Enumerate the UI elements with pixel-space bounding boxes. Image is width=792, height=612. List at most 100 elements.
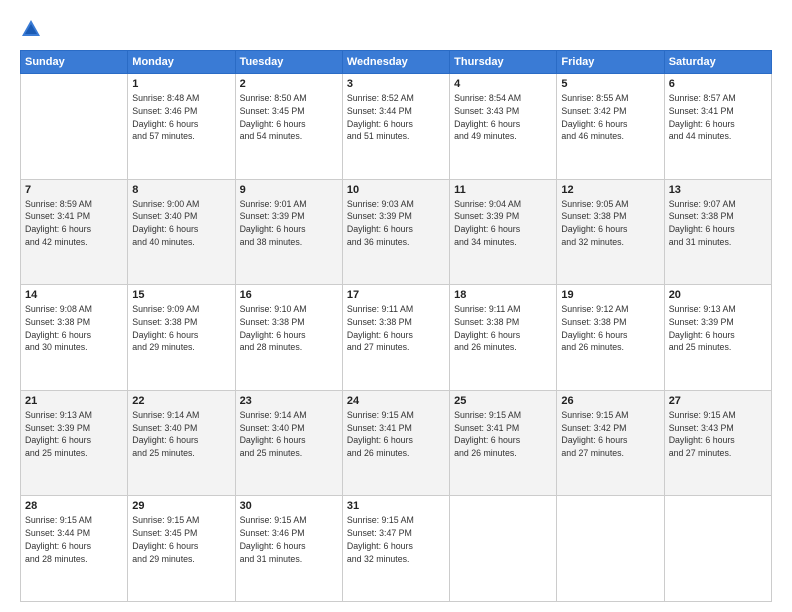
calendar-cell [557, 496, 664, 602]
day-number: 29 [132, 500, 230, 512]
calendar-table: SundayMondayTuesdayWednesdayThursdayFrid… [20, 50, 772, 602]
day-info: Sunrise: 9:13 AM Sunset: 3:39 PM Dayligh… [25, 409, 123, 460]
day-info: Sunrise: 9:15 AM Sunset: 3:44 PM Dayligh… [25, 514, 123, 565]
calendar-header-tuesday: Tuesday [235, 51, 342, 74]
calendar-cell: 21 Sunrise: 9:13 AM Sunset: 3:39 PM Dayli… [21, 390, 128, 496]
day-number: 18 [454, 289, 552, 301]
day-info: Sunrise: 9:13 AM Sunset: 3:39 PM Dayligh… [669, 303, 767, 354]
calendar-cell [450, 496, 557, 602]
day-info: Sunrise: 9:15 AM Sunset: 3:47 PM Dayligh… [347, 514, 445, 565]
calendar-cell: 23 Sunrise: 9:14 AM Sunset: 3:40 PM Dayli… [235, 390, 342, 496]
day-number: 26 [561, 395, 659, 407]
day-info: Sunrise: 9:07 AM Sunset: 3:38 PM Dayligh… [669, 198, 767, 249]
day-number: 24 [347, 395, 445, 407]
day-info: Sunrise: 9:01 AM Sunset: 3:39 PM Dayligh… [240, 198, 338, 249]
day-number: 28 [25, 500, 123, 512]
day-number: 13 [669, 184, 767, 196]
day-info: Sunrise: 8:48 AM Sunset: 3:46 PM Dayligh… [132, 92, 230, 143]
calendar-cell: 30Sunrise: 9:15 AM Sunset: 3:46 PM Dayli… [235, 496, 342, 602]
calendar-cell: 20Sunrise: 9:13 AM Sunset: 3:39 PM Dayli… [664, 285, 771, 391]
day-info: Sunrise: 9:11 AM Sunset: 3:38 PM Dayligh… [454, 303, 552, 354]
day-number: 15 [132, 289, 230, 301]
calendar-cell: 24 Sunrise: 9:15 AM Sunset: 3:41 PM Dayli… [342, 390, 449, 496]
day-number: 1 [132, 78, 230, 90]
calendar-cell: 11Sunrise: 9:04 AM Sunset: 3:39 PM Dayli… [450, 179, 557, 285]
calendar-cell: 25 Sunrise: 9:15 AM Sunset: 3:41 PM Dayli… [450, 390, 557, 496]
day-info: Sunrise: 8:50 AM Sunset: 3:45 PM Dayligh… [240, 92, 338, 143]
calendar-week-row: 21 Sunrise: 9:13 AM Sunset: 3:39 PM Dayli… [21, 390, 772, 496]
calendar-cell: 22Sunrise: 9:14 AM Sunset: 3:40 PM Dayli… [128, 390, 235, 496]
calendar-header-wednesday: Wednesday [342, 51, 449, 74]
day-number: 16 [240, 289, 338, 301]
day-number: 10 [347, 184, 445, 196]
day-info: Sunrise: 9:04 AM Sunset: 3:39 PM Dayligh… [454, 198, 552, 249]
calendar-cell: 16 Sunrise: 9:10 AM Sunset: 3:38 PM Dayli… [235, 285, 342, 391]
day-info: Sunrise: 9:05 AM Sunset: 3:38 PM Dayligh… [561, 198, 659, 249]
page: SundayMondayTuesdayWednesdayThursdayFrid… [0, 0, 792, 612]
calendar-cell: 5 Sunrise: 8:55 AM Sunset: 3:42 PM Daylig… [557, 74, 664, 180]
logo-icon [20, 18, 42, 40]
calendar-header-saturday: Saturday [664, 51, 771, 74]
day-number: 23 [240, 395, 338, 407]
day-info: Sunrise: 9:15 AM Sunset: 3:42 PM Dayligh… [561, 409, 659, 460]
day-number: 2 [240, 78, 338, 90]
calendar-header-friday: Friday [557, 51, 664, 74]
day-number: 4 [454, 78, 552, 90]
day-number: 8 [132, 184, 230, 196]
day-number: 21 [25, 395, 123, 407]
day-number: 19 [561, 289, 659, 301]
day-info: Sunrise: 8:55 AM Sunset: 3:42 PM Dayligh… [561, 92, 659, 143]
calendar-cell: 19 Sunrise: 9:12 AM Sunset: 3:38 PM Dayli… [557, 285, 664, 391]
day-info: Sunrise: 8:52 AM Sunset: 3:44 PM Dayligh… [347, 92, 445, 143]
day-number: 5 [561, 78, 659, 90]
calendar-cell: 13 Sunrise: 9:07 AM Sunset: 3:38 PM Dayli… [664, 179, 771, 285]
calendar-week-row: 28 Sunrise: 9:15 AM Sunset: 3:44 PM Dayli… [21, 496, 772, 602]
calendar-cell: 18 Sunrise: 9:11 AM Sunset: 3:38 PM Dayli… [450, 285, 557, 391]
day-number: 31 [347, 500, 445, 512]
day-info: Sunrise: 9:15 AM Sunset: 3:41 PM Dayligh… [347, 409, 445, 460]
day-info: Sunrise: 9:15 AM Sunset: 3:41 PM Dayligh… [454, 409, 552, 460]
day-info: Sunrise: 9:12 AM Sunset: 3:38 PM Dayligh… [561, 303, 659, 354]
calendar-cell: 28 Sunrise: 9:15 AM Sunset: 3:44 PM Dayli… [21, 496, 128, 602]
calendar-cell: 1 Sunrise: 8:48 AM Sunset: 3:46 PM Daylig… [128, 74, 235, 180]
calendar-cell: 4Sunrise: 8:54 AM Sunset: 3:43 PM Daylig… [450, 74, 557, 180]
day-number: 25 [454, 395, 552, 407]
calendar-cell [664, 496, 771, 602]
calendar-cell: 10 Sunrise: 9:03 AM Sunset: 3:39 PM Dayli… [342, 179, 449, 285]
calendar-cell: 14Sunrise: 9:08 AM Sunset: 3:38 PM Dayli… [21, 285, 128, 391]
calendar-cell: 7 Sunrise: 8:59 AM Sunset: 3:41 PM Daylig… [21, 179, 128, 285]
day-info: Sunrise: 9:03 AM Sunset: 3:39 PM Dayligh… [347, 198, 445, 249]
day-info: Sunrise: 8:59 AM Sunset: 3:41 PM Dayligh… [25, 198, 123, 249]
calendar-week-row: 14Sunrise: 9:08 AM Sunset: 3:38 PM Dayli… [21, 285, 772, 391]
day-info: Sunrise: 8:57 AM Sunset: 3:41 PM Dayligh… [669, 92, 767, 143]
calendar-cell: 2 Sunrise: 8:50 AM Sunset: 3:45 PM Daylig… [235, 74, 342, 180]
calendar-cell: 12 Sunrise: 9:05 AM Sunset: 3:38 PM Dayli… [557, 179, 664, 285]
calendar-cell [21, 74, 128, 180]
day-info: Sunrise: 9:08 AM Sunset: 3:38 PM Dayligh… [25, 303, 123, 354]
day-number: 7 [25, 184, 123, 196]
day-info: Sunrise: 9:10 AM Sunset: 3:38 PM Dayligh… [240, 303, 338, 354]
calendar-cell: 29 Sunrise: 9:15 AM Sunset: 3:45 PM Dayli… [128, 496, 235, 602]
day-info: Sunrise: 9:15 AM Sunset: 3:45 PM Dayligh… [132, 514, 230, 565]
day-number: 17 [347, 289, 445, 301]
calendar-cell: 17 Sunrise: 9:11 AM Sunset: 3:38 PM Dayli… [342, 285, 449, 391]
day-info: Sunrise: 9:11 AM Sunset: 3:38 PM Dayligh… [347, 303, 445, 354]
day-info: Sunrise: 9:09 AM Sunset: 3:38 PM Dayligh… [132, 303, 230, 354]
day-info: Sunrise: 9:14 AM Sunset: 3:40 PM Dayligh… [132, 409, 230, 460]
day-info: Sunrise: 9:14 AM Sunset: 3:40 PM Dayligh… [240, 409, 338, 460]
day-info: Sunrise: 9:00 AM Sunset: 3:40 PM Dayligh… [132, 198, 230, 249]
calendar-cell: 15 Sunrise: 9:09 AM Sunset: 3:38 PM Dayli… [128, 285, 235, 391]
calendar-cell: 6 Sunrise: 8:57 AM Sunset: 3:41 PM Daylig… [664, 74, 771, 180]
day-number: 27 [669, 395, 767, 407]
calendar-cell: 26 Sunrise: 9:15 AM Sunset: 3:42 PM Dayli… [557, 390, 664, 496]
day-number: 30 [240, 500, 338, 512]
day-number: 6 [669, 78, 767, 90]
calendar-cell: 8 Sunrise: 9:00 AM Sunset: 3:40 PM Daylig… [128, 179, 235, 285]
logo [20, 18, 45, 40]
calendar-header-monday: Monday [128, 51, 235, 74]
calendar-header-row: SundayMondayTuesdayWednesdayThursdayFrid… [21, 51, 772, 74]
calendar-cell: 31 Sunrise: 9:15 AM Sunset: 3:47 PM Dayli… [342, 496, 449, 602]
day-number: 12 [561, 184, 659, 196]
calendar-header-sunday: Sunday [21, 51, 128, 74]
day-number: 3 [347, 78, 445, 90]
